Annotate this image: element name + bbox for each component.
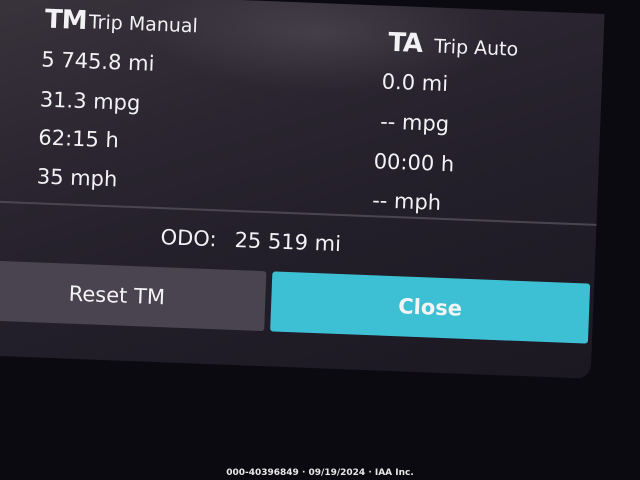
trip-auto-abbr: TA — [387, 27, 423, 59]
trip-manual-speed: 35 mph — [36, 164, 118, 192]
watermark-footer: 000-40396849 · 09/19/2024 · IAA Inc. — [226, 468, 414, 478]
trip-auto-economy: -- mpg — [379, 109, 450, 137]
trip-manual-time: 62:15 h — [37, 125, 120, 153]
trip-manual-economy: 31.3 mpg — [39, 87, 141, 116]
trip-auto-distance: 0.0 mi — [381, 69, 449, 97]
trip-auto-title: Trip Auto — [433, 35, 519, 61]
trip-computer-screen: TM Trip Manual 5 745.8 mi 31.3 mpg 62:15… — [0, 0, 605, 379]
odometer-value: 25 519 mi — [234, 227, 342, 257]
trip-manual-distance: 5 745.8 mi — [40, 47, 155, 76]
section-divider — [0, 199, 597, 226]
close-button[interactable]: Close — [270, 271, 591, 344]
trip-manual-title: Trip Manual — [88, 11, 199, 38]
trip-manual-abbr: TM — [44, 4, 88, 37]
reset-tm-button[interactable]: Reset TM — [0, 259, 267, 332]
trip-auto-time: 00:00 h — [373, 149, 455, 177]
trip-auto-speed: -- mph — [371, 188, 442, 215]
odometer-label: ODO: — [160, 225, 218, 252]
